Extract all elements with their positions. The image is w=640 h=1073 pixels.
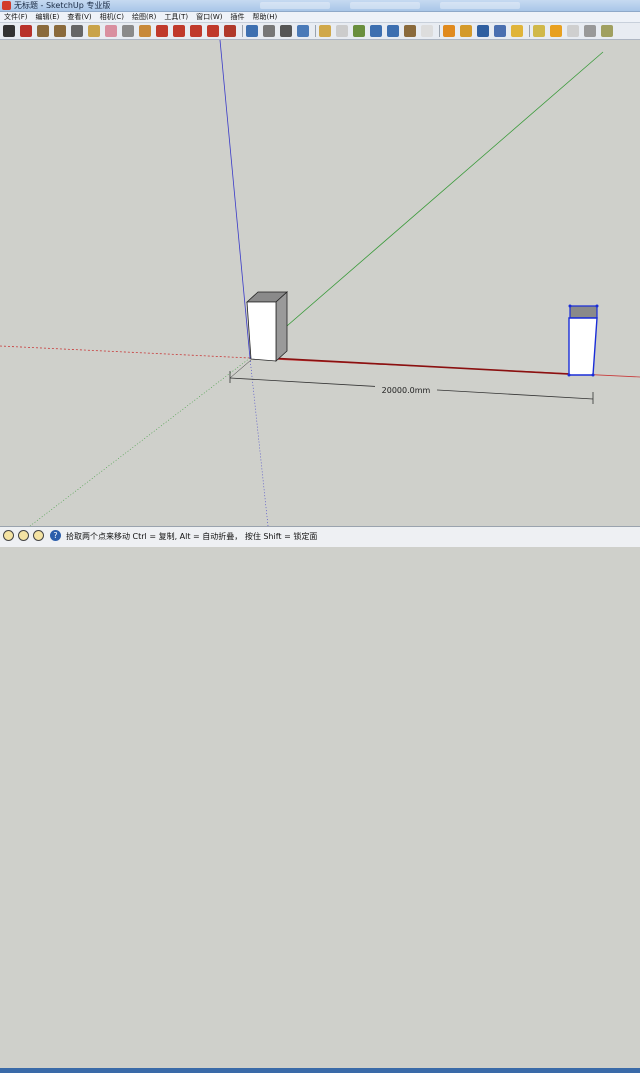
paint-bucket-icon[interactable]	[139, 25, 151, 37]
orbit-tool-icon[interactable]	[246, 25, 258, 37]
select-tool-icon[interactable]	[3, 25, 15, 37]
status-message: 拾取两个点来移动 Ctrl = 复制, Alt = 自动折叠， 按住 Shift…	[66, 532, 318, 541]
toolbar-separator	[315, 25, 316, 37]
rotate-tool-icon[interactable]	[190, 25, 202, 37]
zoom-tool-icon[interactable]	[280, 25, 292, 37]
menu-bar: 文件(F) 编辑(E) 查看(V) 相机(C) 绘图(R) 工具(T) 窗口(W…	[0, 12, 640, 23]
toolbar-separator	[439, 25, 440, 37]
zoom-extents-icon[interactable]	[297, 25, 309, 37]
arc-tool-icon[interactable]	[71, 25, 83, 37]
edge-highlight	[269, 357, 569, 375]
geo-location-icon[interactable]	[3, 530, 14, 541]
make-component-icon[interactable]	[88, 25, 100, 37]
push-pull-icon[interactable]	[156, 25, 168, 37]
green-axis-positive	[249, 51, 604, 359]
photo-textures-icon[interactable]	[421, 25, 433, 37]
scenes-icon[interactable]	[584, 25, 596, 37]
section-plane-icon[interactable]	[533, 25, 545, 37]
follow-me-icon[interactable]	[207, 25, 219, 37]
taskbar-strip	[0, 1068, 640, 1073]
status-bar: ? 拾取两个点来移动 Ctrl = 复制, Alt = 自动折叠， 按住 Shi…	[0, 526, 640, 1073]
style-xray-icon[interactable]	[443, 25, 455, 37]
box-right-selected[interactable]	[567, 304, 599, 377]
style-wireframe-icon[interactable]	[460, 25, 472, 37]
box-left-side-face	[275, 291, 288, 362]
dimension-annotation[interactable]: 20000.0mm	[229, 359, 594, 404]
sun-shadows-icon[interactable]	[550, 25, 562, 37]
box-right-front-face	[568, 317, 598, 376]
3d-scene[interactable]: 20000.0mm	[0, 40, 640, 526]
sandbox-icon[interactable]	[601, 25, 613, 37]
extension-warehouse-icon[interactable]	[404, 25, 416, 37]
tape-measure-icon[interactable]	[122, 25, 134, 37]
title-bar: 无标题 - SketchUp 专业版	[0, 0, 640, 12]
green-axis-negative	[29, 357, 251, 526]
pan-tool-icon[interactable]	[263, 25, 275, 37]
get-models-icon[interactable]	[353, 25, 365, 37]
style-textures-icon[interactable]	[511, 25, 523, 37]
style-shaded-icon[interactable]	[494, 25, 506, 37]
style-hidden-line-icon[interactable]	[477, 25, 489, 37]
credits-icon[interactable]	[18, 530, 29, 541]
selection-vertex	[567, 373, 571, 377]
box-left[interactable]	[245, 291, 289, 362]
move-tool-icon[interactable]	[173, 25, 185, 37]
box-right-top-face	[569, 305, 598, 319]
background-tab-ghost	[440, 2, 520, 9]
background-tab-ghost	[350, 2, 420, 9]
rectangle-tool-icon[interactable]	[37, 25, 49, 37]
model-viewport[interactable]: 20000.0mm	[0, 40, 640, 526]
toolbar-separator	[529, 25, 530, 37]
red-axis-negative	[0, 345, 251, 359]
box-left-front-face	[246, 301, 277, 362]
blue-axis-negative	[249, 357, 269, 526]
selection-vertex	[591, 373, 595, 377]
menu-file[interactable]: 文件(F)	[0, 12, 32, 22]
add-location-icon[interactable]	[319, 25, 331, 37]
blue-axis-positive	[219, 40, 251, 359]
user-icon[interactable]	[33, 530, 44, 541]
eraser-tool-icon[interactable]	[105, 25, 117, 37]
fog-icon[interactable]	[567, 25, 579, 37]
selection-vertex	[568, 304, 572, 308]
dimension-label: 20000.0mm	[382, 386, 431, 395]
dimension-extension-left	[229, 359, 252, 379]
menu-camera[interactable]: 相机(C)	[96, 12, 128, 22]
menu-tools[interactable]: 工具(T)	[160, 12, 192, 22]
share-component-icon[interactable]	[387, 25, 399, 37]
offset-tool-icon[interactable]	[224, 25, 236, 37]
main-toolbar	[0, 23, 640, 40]
background-tab-ghost	[260, 2, 330, 9]
toggle-terrain-icon[interactable]	[336, 25, 348, 37]
menu-window[interactable]: 窗口(W)	[192, 12, 226, 22]
help-icon[interactable]: ?	[50, 530, 61, 541]
menu-help[interactable]: 帮助(H)	[248, 12, 281, 22]
sketchup-app-icon	[2, 1, 11, 10]
menu-plugins[interactable]: 插件	[226, 12, 248, 22]
circle-tool-icon[interactable]	[54, 25, 66, 37]
menu-edit[interactable]: 编辑(E)	[32, 12, 64, 22]
line-tool-icon[interactable]	[20, 25, 32, 37]
selection-vertex	[595, 304, 599, 308]
window-title: 无标题 - SketchUp 专业版	[14, 1, 111, 10]
menu-view[interactable]: 查看(V)	[63, 12, 95, 22]
toolbar-separator	[242, 25, 243, 37]
menu-draw[interactable]: 绘图(R)	[128, 12, 160, 22]
share-model-icon[interactable]	[370, 25, 382, 37]
